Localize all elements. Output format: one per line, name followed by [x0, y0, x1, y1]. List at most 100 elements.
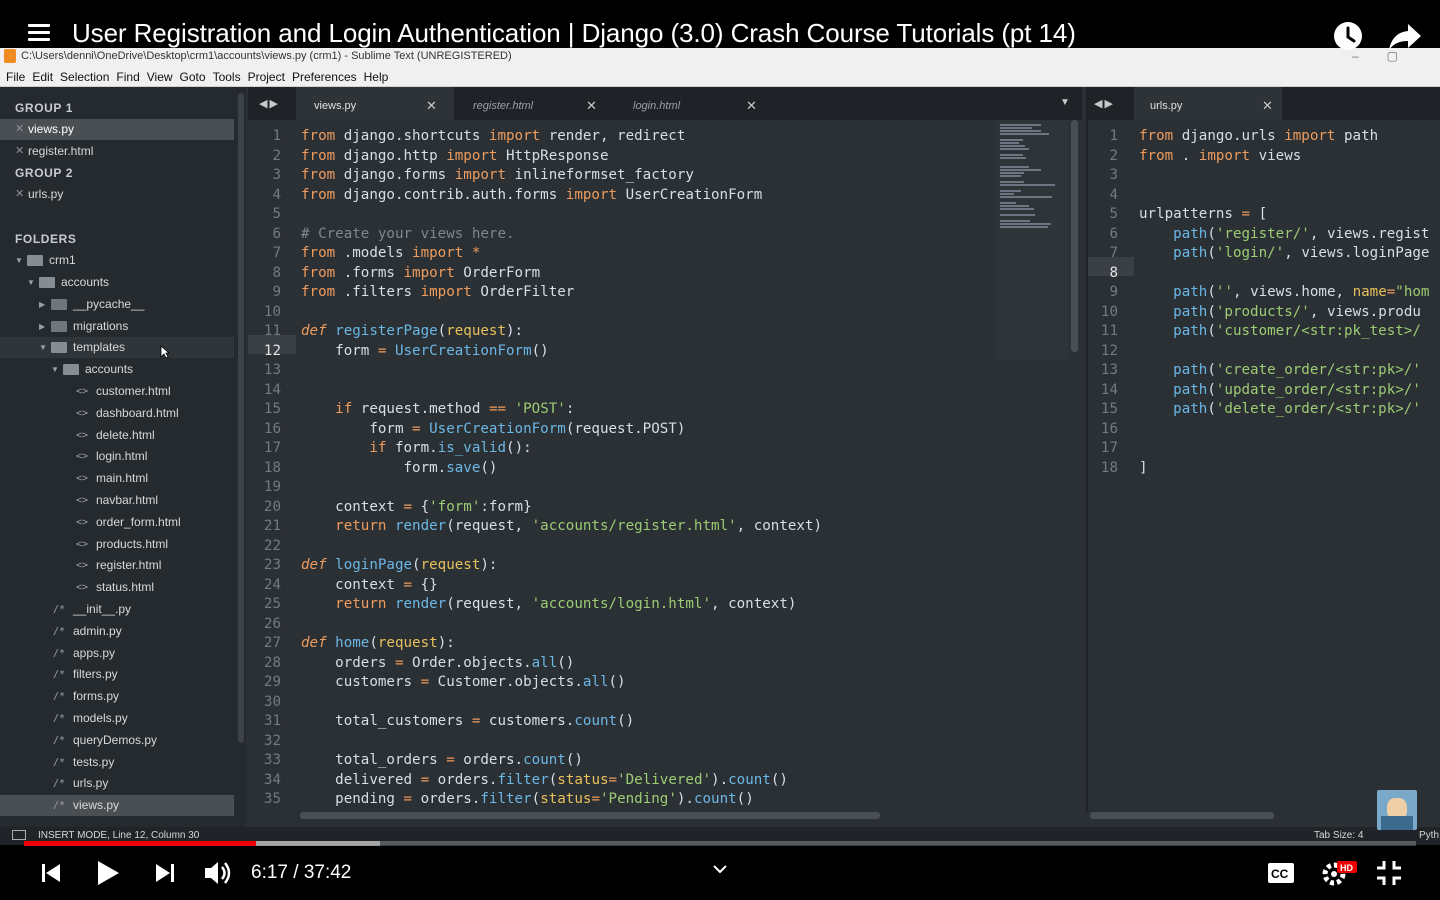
code-token: from: [301, 284, 336, 300]
menu-item[interactable]: Selection: [60, 70, 109, 84]
chevron-right-icon[interactable]: ▶: [39, 316, 45, 337]
file-item[interactable]: <> products.html: [0, 534, 234, 555]
code-token: =: [420, 771, 430, 788]
file-item[interactable]: /* tests.py: [0, 752, 234, 773]
play-icon[interactable]: [96, 860, 120, 886]
file-item[interactable]: <> delete.html: [0, 425, 234, 446]
code-token: import: [454, 167, 507, 183]
code-line: def home(request):: [301, 634, 455, 654]
next-icon[interactable]: [154, 862, 176, 884]
video-title[interactable]: User Registration and Login Authenticati…: [72, 18, 1076, 49]
file-item[interactable]: /* queryDemos.py: [0, 730, 234, 751]
exit-fullscreen-icon[interactable]: [1376, 860, 1402, 886]
code-editor-views-py[interactable]: 1 from django.shortcuts import render, re…: [248, 120, 994, 812]
file-item[interactable]: <> status.html: [0, 577, 234, 598]
chevron-right-icon[interactable]: ▶: [39, 294, 45, 315]
file-item[interactable]: /* admin.py: [0, 621, 234, 642]
code-token: (): [557, 654, 575, 671]
folder-templates-accounts[interactable]: ▼ accounts: [0, 359, 234, 380]
right-tab-bar: ◀▶ urls.py ✕: [1086, 87, 1440, 120]
folder-crm1[interactable]: ▼ crm1: [0, 250, 234, 271]
menu-item[interactable]: Goto: [180, 70, 206, 84]
menu-item[interactable]: Find: [116, 70, 139, 84]
tab-register-html[interactable]: register.html ✕: [458, 87, 608, 120]
previous-icon[interactable]: [40, 862, 62, 884]
file-item[interactable]: <> customer.html: [0, 381, 234, 402]
minimap[interactable]: [996, 120, 1068, 360]
editor-scrollbar[interactable]: [1071, 120, 1078, 352]
open-file-views-py[interactable]: ✕ views.py: [0, 119, 234, 140]
chevron-down-icon[interactable]: ▼: [39, 337, 47, 358]
menu-item[interactable]: View: [147, 70, 173, 84]
file-item[interactable]: <> navbar.html: [0, 490, 234, 511]
share-icon[interactable]: [1388, 22, 1422, 52]
tab-login-html[interactable]: login.html ✕: [618, 87, 768, 120]
volume-icon[interactable]: [203, 858, 233, 888]
code-token: =: [1386, 284, 1396, 300]
close-icon[interactable]: ✕: [586, 98, 597, 114]
menu-item[interactable]: Preferences: [292, 70, 357, 84]
open-file-register-html[interactable]: ✕ register.html: [0, 141, 234, 162]
line-number: 23: [263, 557, 281, 573]
folder-migrations[interactable]: ▶ migrations: [0, 316, 234, 337]
sidebar: GROUP 1 ✕ views.py ✕ register.html GROUP…: [0, 87, 246, 827]
menu-item[interactable]: Help: [364, 70, 389, 84]
watch-later-icon[interactable]: [1332, 20, 1364, 52]
close-icon[interactable]: ✕: [15, 184, 24, 205]
captions-icon[interactable]: CC: [1267, 862, 1295, 884]
file-item[interactable]: <> order_form.html: [0, 512, 234, 533]
file-item[interactable]: /* __init__.py: [0, 599, 234, 620]
file-item[interactable]: /* forms.py: [0, 686, 234, 707]
horizontal-scrollbar[interactable]: [300, 812, 880, 819]
chevron-down-icon[interactable]: ▼: [15, 250, 23, 271]
close-icon[interactable]: ✕: [15, 141, 24, 162]
file-item[interactable]: <> main.html: [0, 468, 234, 489]
settings-gear-icon[interactable]: HD: [1320, 859, 1360, 887]
folder-templates[interactable]: ▼ templates: [0, 337, 234, 359]
chevron-down-icon[interactable]: ▼: [51, 359, 59, 380]
tab-views-py[interactable]: views.py ✕: [296, 87, 454, 120]
panel-switcher-icon[interactable]: [12, 830, 26, 840]
file-item[interactable]: <> login.html: [0, 446, 234, 467]
tab-nav-arrows-icon[interactable]: ◀▶: [1094, 97, 1115, 110]
line-number: 24: [263, 576, 281, 593]
sidebar-scrollbar[interactable]: [238, 93, 244, 743]
chevron-down-icon[interactable]: ▼: [27, 272, 35, 293]
code-token: path: [1173, 303, 1208, 320]
file-item[interactable]: /* filters.py: [0, 664, 234, 685]
file-item[interactable]: /* apps.py: [0, 643, 234, 664]
tab-size[interactable]: Tab Size: 4: [1314, 830, 1363, 841]
close-icon[interactable]: ✕: [426, 98, 437, 114]
video-player[interactable]: { "video": { "title": "User Registration…: [0, 0, 1440, 900]
syntax-mode[interactable]: Pyth: [1419, 830, 1439, 841]
open-file-urls-py[interactable]: ✕ urls.py: [0, 184, 234, 205]
file-item[interactable]: /* views.py: [0, 795, 234, 817]
close-icon[interactable]: ✕: [1262, 98, 1273, 114]
close-icon[interactable]: ✕: [15, 119, 24, 140]
menu-item[interactable]: Project: [248, 70, 285, 84]
menu-icon[interactable]: [28, 24, 50, 42]
code-token: =: [403, 791, 413, 807]
file-label: apps.py: [73, 645, 116, 660]
chevron-down-icon[interactable]: [712, 864, 728, 874]
minimap-line: [1000, 124, 1041, 126]
code-line: # Create your views here.: [301, 225, 515, 245]
code-line: path('', views.home, name="hom: [1139, 283, 1429, 303]
channel-avatar[interactable]: [1377, 790, 1417, 830]
menu-item[interactable]: Tools: [213, 70, 241, 84]
tab-nav-arrows-icon[interactable]: ◀▶: [259, 97, 280, 110]
close-icon[interactable]: ✕: [746, 98, 757, 114]
folder-accounts[interactable]: ▼ accounts: [0, 272, 234, 293]
code-token: django.forms: [335, 167, 455, 183]
file-item[interactable]: <> dashboard.html: [0, 403, 234, 424]
tab-dropdown-icon[interactable]: ▼: [1060, 97, 1072, 108]
file-item[interactable]: <> register.html: [0, 555, 234, 576]
menu-item[interactable]: Edit: [32, 70, 53, 84]
file-item[interactable]: /* models.py: [0, 708, 234, 729]
code-editor-urls-py[interactable]: 1 from django.urls import path 2 from . imp…: [1086, 120, 1440, 812]
tab-urls-py[interactable]: urls.py ✕: [1134, 87, 1282, 120]
file-item[interactable]: /* urls.py: [0, 773, 234, 794]
menu-item[interactable]: File: [6, 70, 25, 84]
horizontal-scrollbar[interactable]: [1090, 812, 1274, 819]
folder-pycache[interactable]: ▶ __pycache__: [0, 294, 234, 315]
